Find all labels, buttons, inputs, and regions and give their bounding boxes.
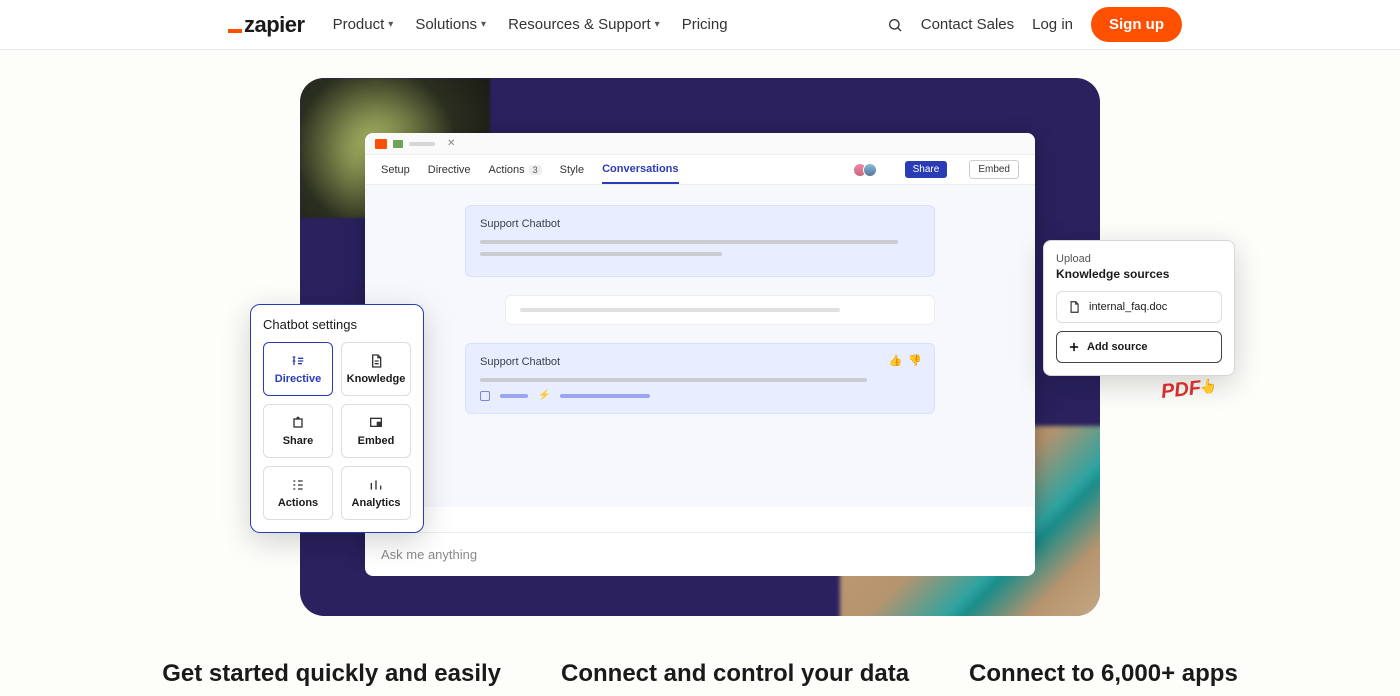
- chatbot-settings-card: Chatbot settings Directive Knowledge Sha…: [250, 304, 424, 533]
- nav-right: Contact Sales Log in Sign up: [887, 7, 1182, 42]
- app-window: ✕ Setup Directive Actions3 Style Convers…: [365, 133, 1035, 551]
- chevron-down-icon: ▾: [481, 19, 486, 30]
- bubble-title: Support Chatbot: [480, 218, 920, 230]
- actions-icon: [290, 477, 306, 493]
- contact-sales-link[interactable]: Contact Sales: [921, 16, 1014, 33]
- actions-count-badge: 3: [529, 165, 542, 175]
- thumbs-down-icon[interactable]: 👎: [908, 354, 922, 367]
- tab-conversations[interactable]: Conversations: [602, 155, 678, 184]
- share-icon: [290, 415, 306, 431]
- file-name: internal_faq.doc: [1089, 301, 1167, 313]
- signup-button[interactable]: Sign up: [1091, 7, 1182, 42]
- embed-button[interactable]: Embed: [969, 160, 1019, 179]
- brand-logo[interactable]: zapier: [228, 12, 305, 38]
- share-button[interactable]: Share: [905, 161, 948, 178]
- collaborator-avatars[interactable]: [857, 163, 877, 177]
- chat-bubble-bot: 👍 👎 Support Chatbot ⚡: [465, 343, 935, 414]
- tile-actions[interactable]: Actions: [263, 466, 333, 520]
- embed-icon: [368, 415, 384, 431]
- nav-product[interactable]: Product▾: [333, 16, 394, 33]
- nav-solutions[interactable]: Solutions▾: [415, 16, 486, 33]
- app-titlebar: ✕: [365, 133, 1035, 155]
- upload-heading: Knowledge sources: [1056, 267, 1222, 281]
- file-icon: [1067, 300, 1081, 314]
- tab-style[interactable]: Style: [560, 155, 584, 184]
- tab-actions[interactable]: Actions3: [489, 155, 542, 184]
- feature-columns: Get started quickly and easily Connect a…: [0, 660, 1400, 688]
- app-tabs: Setup Directive Actions3 Style Conversat…: [365, 155, 1035, 185]
- chevron-down-icon: ▾: [655, 19, 660, 30]
- document-icon: [368, 353, 384, 369]
- search-icon[interactable]: [887, 17, 903, 33]
- app-logo-icon: [375, 139, 387, 149]
- chat-input[interactable]: Ask me anything: [365, 532, 1035, 576]
- analytics-icon: [368, 477, 384, 493]
- settings-title: Chatbot settings: [263, 317, 411, 332]
- thumbs-up-icon[interactable]: 👍: [889, 354, 903, 367]
- source-icon: [480, 391, 490, 401]
- bubble-title: Support Chatbot: [480, 356, 920, 368]
- avatar: [863, 163, 877, 177]
- chat-input-placeholder: Ask me anything: [381, 547, 477, 562]
- hero-illustration: ✕ Setup Directive Actions3 Style Convers…: [300, 78, 1100, 616]
- chat-bubble-bot: Support Chatbot: [465, 205, 935, 277]
- tile-knowledge[interactable]: Knowledge: [341, 342, 411, 396]
- add-source-button[interactable]: Add source: [1056, 331, 1222, 363]
- knowledge-file-row[interactable]: internal_faq.doc: [1056, 291, 1222, 323]
- tile-embed[interactable]: Embed: [341, 404, 411, 458]
- nav-resources[interactable]: Resources & Support▾: [508, 16, 660, 33]
- chevron-down-icon: ▾: [388, 19, 393, 30]
- close-icon[interactable]: ✕: [447, 138, 455, 149]
- nav-links: Product▾ Solutions▾ Resources & Support▾…: [333, 16, 728, 33]
- text-icon: [290, 353, 306, 369]
- cursor-icon: 👆: [1198, 377, 1217, 395]
- nav-pricing[interactable]: Pricing: [682, 16, 728, 33]
- login-link[interactable]: Log in: [1032, 16, 1073, 33]
- feature-heading-3: Connect to 6,000+ apps: [969, 660, 1238, 688]
- chat-bubble-user: [505, 295, 935, 325]
- feature-heading-2: Connect and control your data: [561, 660, 909, 688]
- top-nav: zapier Product▾ Solutions▾ Resources & S…: [0, 0, 1400, 50]
- title-placeholder: [409, 142, 435, 146]
- chat-area: Support Chatbot 👍 👎 Support Chatbot: [365, 185, 1035, 507]
- bolt-icon: ⚡: [538, 390, 550, 401]
- tile-share[interactable]: Share: [263, 404, 333, 458]
- app-icon: [393, 140, 403, 148]
- upload-card: Upload Knowledge sources internal_faq.do…: [1043, 240, 1235, 376]
- tab-setup[interactable]: Setup: [381, 155, 410, 184]
- feature-heading-1: Get started quickly and easily: [162, 660, 501, 688]
- upload-label: Upload: [1056, 253, 1222, 265]
- pdf-icon: PDF👆: [1160, 375, 1220, 404]
- tile-directive[interactable]: Directive: [263, 342, 333, 396]
- tab-directive[interactable]: Directive: [428, 155, 471, 184]
- plus-icon: [1067, 340, 1081, 354]
- tile-analytics[interactable]: Analytics: [341, 466, 411, 520]
